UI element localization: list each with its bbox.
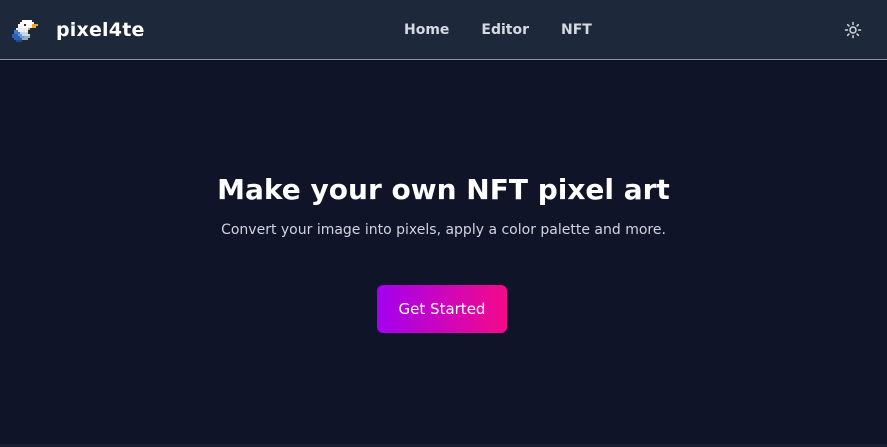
nav-link-home[interactable]: Home xyxy=(404,22,449,38)
sun-icon xyxy=(844,21,862,39)
hero-title: Make your own NFT pixel art xyxy=(217,173,670,206)
pixel-eagle-icon[interactable] xyxy=(12,16,40,44)
brand-name[interactable]: pixel4te xyxy=(56,19,145,41)
hero-section: Make your own NFT pixel art Convert your… xyxy=(0,61,887,447)
theme-toggle-button[interactable] xyxy=(841,18,865,42)
top-navbar: pixel4te Home Editor NFT xyxy=(0,0,887,60)
brand[interactable]: pixel4te xyxy=(12,0,145,60)
hero-subtitle: Convert your image into pixels, apply a … xyxy=(221,222,666,238)
get-started-button[interactable]: Get Started xyxy=(377,285,507,333)
nav-link-editor[interactable]: Editor xyxy=(481,22,529,38)
nav-links: Home Editor NFT xyxy=(404,0,592,60)
nav-link-nft[interactable]: NFT xyxy=(561,22,592,38)
